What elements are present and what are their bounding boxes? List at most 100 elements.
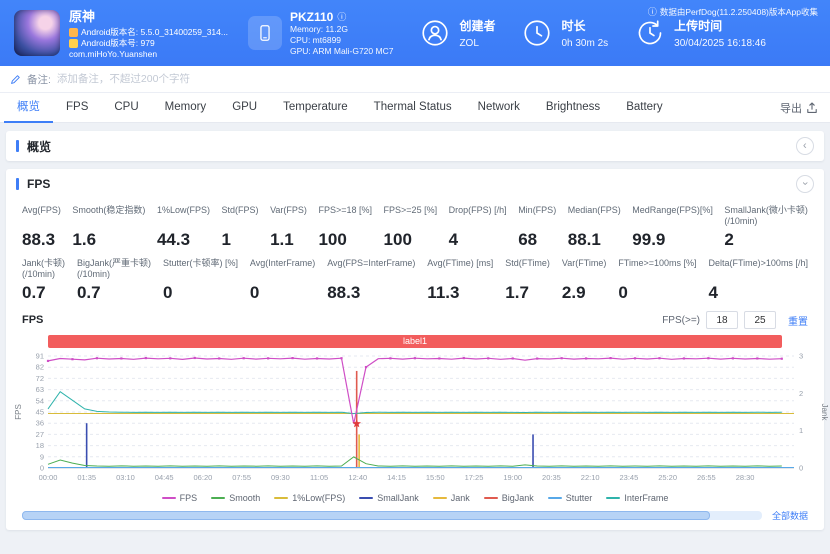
metric-cell: Jank(卡顿) (/10min) 0.7 — [22, 258, 65, 303]
metric-value: 1.7 — [505, 283, 529, 302]
section-accent-bar — [16, 140, 19, 152]
fps-metrics-row-2: Jank(卡顿) (/10min) 0.7 BigJank(严重卡顿) (/10mi… — [6, 252, 824, 305]
legend-FPS[interactable]: FPS — [161, 493, 197, 503]
fps-collapse-button[interactable]: › — [796, 175, 814, 193]
svg-text:19:00: 19:00 — [503, 473, 522, 482]
metric-cell: MedRange(FPS)[%] 99.9 — [632, 205, 713, 250]
app-header: ⓘ 数据由PerfDog(11.2.250408)版本App收集 原神 Andr… — [0, 0, 830, 66]
svg-text:15:50: 15:50 — [426, 473, 445, 482]
svg-text:0: 0 — [799, 464, 803, 473]
svg-text:07:55: 07:55 — [232, 473, 251, 482]
duration-value: 0h 30m 2s — [561, 38, 609, 49]
tab-Battery[interactable]: Battery — [613, 93, 675, 123]
metric-label: FPS>=25 [%] — [383, 205, 438, 215]
metric-label: Var(FPS) — [270, 205, 307, 215]
metric-cell: FTime>=100ms [%] 0 — [618, 258, 696, 303]
tab-CPU[interactable]: CPU — [101, 93, 151, 123]
svg-text:2: 2 — [799, 389, 803, 398]
legend-1%Low(FPS)[interactable]: 1%Low(FPS) — [274, 493, 345, 503]
metric-cell: FPS>=25 [%] 100 — [384, 205, 438, 250]
metric-cell: Min(FPS) 68 — [518, 205, 556, 250]
metric-label: Avg(InterFrame) — [249, 258, 316, 268]
fps-chart[interactable]: 0 9 18 27 36 45 54 63 72 82 91 0 1 2 3 00:00 01:35 03:10 0… — [12, 350, 830, 490]
metric-value: 2.9 — [561, 283, 586, 302]
metric-label: Median(FPS) — [567, 205, 621, 215]
svg-text:11:05: 11:05 — [310, 473, 328, 482]
game-info: 原神 Android版本名: 5.5.0_31400259_314... And… — [14, 6, 228, 60]
tab-Thermal Status[interactable]: Thermal Status — [361, 93, 465, 123]
android-build-icon — [69, 39, 78, 48]
legend-SmallJank[interactable]: SmallJank — [359, 493, 419, 503]
tab-bar: 概览 FPS CPU Memory GPU Temperature Thermal Stat… — [0, 93, 830, 123]
metric-cell: BigJank(严重卡顿) (/10min) 0.7 — [77, 258, 151, 303]
overview-collapse-button[interactable]: › — [796, 137, 814, 155]
metric-value: 1 — [221, 230, 231, 249]
tab-Brightness[interactable]: Brightness — [533, 93, 613, 123]
creator-value: ZOL — [459, 38, 479, 49]
svg-text:45: 45 — [36, 408, 44, 417]
svg-text:82: 82 — [36, 363, 44, 372]
export-button[interactable]: 导出 — [780, 100, 818, 116]
svg-text:00:00: 00:00 — [39, 473, 58, 482]
upload-time-icon — [634, 17, 666, 49]
metric-label: Drop(FPS) [/h] — [448, 205, 507, 215]
metric-cell: Stutter(卡顿率) [%] 0 — [163, 258, 238, 303]
edit-icon — [11, 74, 20, 84]
reset-button[interactable]: 重置 — [788, 313, 808, 328]
fps-threshold-high-input[interactable] — [744, 311, 776, 329]
device-memory: Memory: 11.2G — [290, 23, 348, 34]
metric-cell: Avg(InterFrame) 0 — [250, 258, 315, 303]
device-info-icon[interactable]: ⓘ — [337, 10, 346, 23]
metric-value: 88.1 — [567, 230, 601, 249]
metric-cell: Std(FPS) 1 — [222, 205, 259, 250]
tab-Network[interactable]: Network — [465, 93, 533, 123]
fps-chart-toolbar: FPS FPS(>=) 重置 — [6, 305, 824, 331]
upload-time-label: 上传时间 — [674, 19, 723, 33]
svg-text:36: 36 — [36, 419, 44, 428]
svg-text:91: 91 — [36, 352, 44, 361]
range-handle[interactable] — [22, 511, 711, 520]
fps-threshold-low-input[interactable] — [706, 311, 738, 329]
metric-cell: SmallJank(微小卡顿) (/10min) 2 — [724, 205, 808, 250]
legend-InterFrame[interactable]: InterFrame — [606, 493, 668, 503]
android-version-name: Android版本名: 5.5.0_31400259_314... — [69, 27, 228, 38]
android-version-code: Android版本号: 979 — [69, 38, 228, 49]
legend-Jank[interactable]: Jank — [432, 493, 470, 503]
metric-value: 88.3 — [22, 230, 56, 249]
tab-概览[interactable]: 概览 — [4, 93, 53, 123]
svg-text:09:30: 09:30 — [271, 473, 290, 482]
chart-range-row: 全部数据 — [6, 506, 824, 530]
tab-Temperature[interactable]: Temperature — [270, 93, 361, 123]
svg-text:18: 18 — [36, 441, 44, 450]
chart-label-banner[interactable]: label1 — [48, 335, 782, 348]
metric-label: Avg(FTime) [ms] — [427, 258, 494, 268]
svg-text:01:35: 01:35 — [77, 473, 96, 482]
svg-text:9: 9 — [40, 452, 44, 461]
device-cpu: CPU: mt6899 — [290, 34, 342, 45]
tab-Memory[interactable]: Memory — [152, 93, 220, 123]
svg-text:23:45: 23:45 — [620, 473, 639, 482]
metric-value: 99.9 — [632, 230, 666, 249]
tab-GPU[interactable]: GPU — [219, 93, 270, 123]
game-icon — [14, 10, 60, 56]
metric-label: Min(FPS) — [518, 205, 557, 215]
metric-label: 1%Low(FPS) — [156, 205, 210, 215]
person-icon — [419, 17, 451, 49]
metric-label: Delta(FTime)>100ms [/h] — [708, 258, 808, 268]
chart-range-scrollbar[interactable] — [22, 511, 762, 520]
all-data-button[interactable]: 全部数据 — [772, 509, 808, 522]
tab-FPS[interactable]: FPS — [53, 93, 101, 123]
legend-Smooth[interactable]: Smooth — [211, 493, 260, 503]
metric-cell: Smooth(稳定指数) 1.6 — [72, 205, 145, 250]
legend-Stutter[interactable]: Stutter — [547, 493, 592, 503]
remark-input[interactable] — [56, 73, 820, 85]
svg-text:0: 0 — [40, 464, 44, 473]
legend-BigJank[interactable]: BigJank — [483, 493, 534, 503]
svg-text:03:10: 03:10 — [116, 473, 135, 482]
fps-section-title: FPS — [27, 177, 51, 191]
svg-text:26:55: 26:55 — [697, 473, 716, 482]
metric-cell: Avg(FTime) [ms] 11.3 — [427, 258, 493, 303]
metric-value: 44.3 — [156, 230, 191, 249]
svg-text:12:40: 12:40 — [348, 473, 367, 482]
device-name: PKZ110 — [290, 9, 334, 24]
